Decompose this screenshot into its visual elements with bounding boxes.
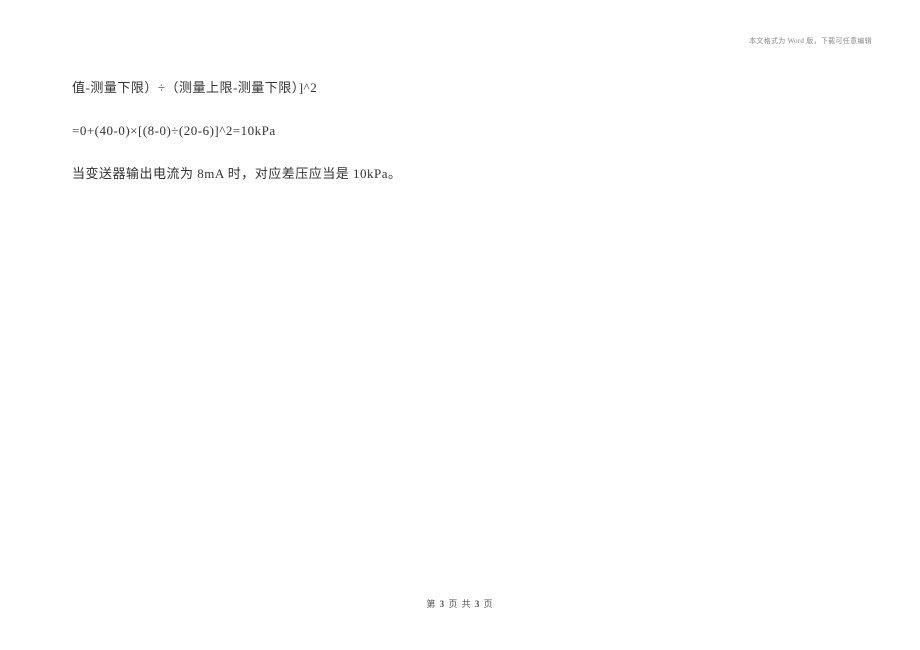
header-note: 本文格式为 Word 版，下载可任意编辑 bbox=[749, 36, 872, 46]
footer-mid: 页 共 bbox=[445, 599, 475, 609]
formula-line-1: 值-测量下限）÷（测量上限-测量下限）]^2 bbox=[72, 78, 830, 99]
formula-line-2: =0+(40-0)×[(8-0)÷(20-6)]^2=10kPa bbox=[72, 121, 830, 142]
page-footer: 第 3 页 共 3 页 bbox=[0, 597, 920, 610]
document-content: 值-测量下限）÷（测量上限-测量下限）]^2 =0+(40-0)×[(8-0)÷… bbox=[72, 78, 830, 206]
footer-suffix: 页 bbox=[480, 599, 493, 609]
conclusion-line: 当变送器输出电流为 8mA 时，对应差压应当是 10kPa。 bbox=[72, 164, 830, 185]
footer-prefix: 第 bbox=[426, 599, 439, 609]
